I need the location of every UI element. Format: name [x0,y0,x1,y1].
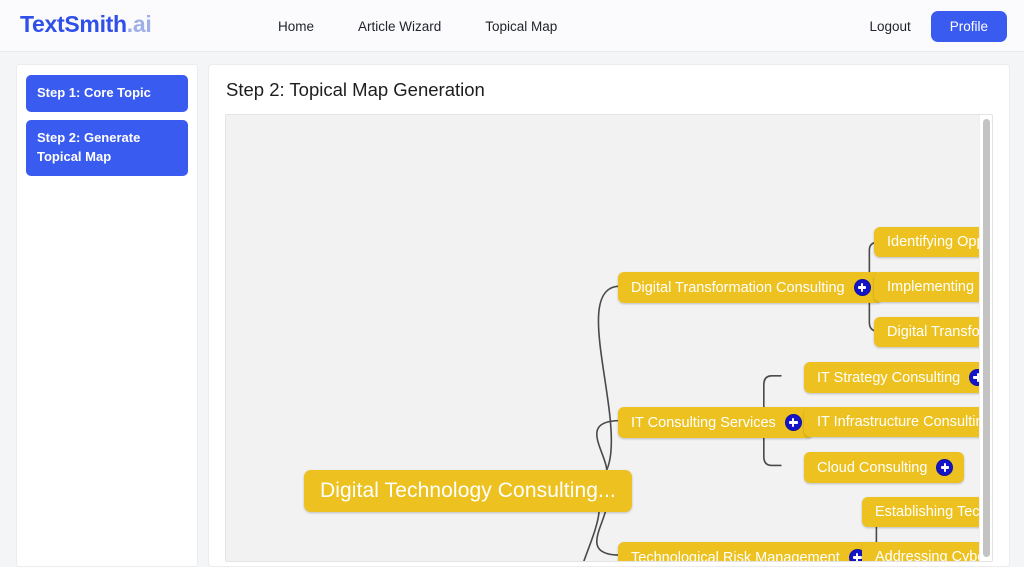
mindmap-viewport[interactable]: Digital Technology Consulting... Digital… [225,114,993,563]
mindmap-node-establishing-technology[interactable]: Establishing Techno [862,497,992,528]
page-title: Step 2: Topical Map Generation [226,79,485,100]
node-label: Establishing Techno [875,504,992,521]
mindmap-node-it-strategy-consulting[interactable]: IT Strategy Consulting [804,362,992,394]
nav-link-article-wizard[interactable]: Article Wizard [358,19,441,34]
nav-link-topical-map[interactable]: Topical Map [485,19,557,34]
mindmap-node-digital-transformation-consulting[interactable]: Digital Transformation Consulting [618,272,882,304]
expand-node-plus-icon[interactable] [784,414,802,432]
mindmap-node-addressing-cybersecurity[interactable]: Addressing Cybers [862,542,992,562]
nav-actions: Logout Profile [869,0,1007,52]
mindmap-node-it-infrastructure-consulting[interactable]: IT Infrastructure Consulting [804,407,992,438]
top-navbar: TextSmith.ai Home Article Wizard Topical… [0,0,1024,52]
mindmap-node-implementing-digital[interactable]: Implementing Dig [874,272,992,303]
node-label: IT Consulting Services [631,414,776,431]
profile-button[interactable]: Profile [930,10,1007,42]
node-label: Implementing Dig [887,279,992,296]
mindmap-node-digital-transformation[interactable]: Digital Transform [874,317,992,348]
nav-link-home[interactable]: Home [278,19,314,34]
brand-logo[interactable]: TextSmith.ai [20,11,152,38]
logout-link[interactable]: Logout [869,19,910,34]
mindmap-canvas[interactable]: Digital Technology Consulting... Digital… [226,115,992,562]
expand-node-plus-icon[interactable] [853,279,871,297]
mindmap-node-identifying-opportunities[interactable]: Identifying Oppor [874,227,992,258]
primary-nav: Home Article Wizard Topical Map [278,0,557,52]
node-label: Cloud Consulting [817,459,928,476]
page-body: Step 1: Core Topic Step 2: Generate Topi… [0,52,1024,567]
sidebar-item-step-2-generate-topical-map[interactable]: Step 2: Generate Topical Map [26,119,188,176]
mindmap-node-cloud-consulting[interactable]: Cloud Consulting [804,452,965,484]
node-label: Identifying Oppor [887,234,992,251]
mindmap-node-technological-risk-management[interactable]: Technological Risk Management [618,542,877,562]
mindmap-node-root[interactable]: Digital Technology Consulting... [304,470,632,513]
content-card: Step 2: Topical Map Generation Digital T… [208,64,1010,567]
connector-root-to-branch-1 [579,285,621,489]
mindmap-node-it-consulting-services[interactable]: IT Consulting Services [618,407,813,439]
expand-node-plus-icon[interactable] [936,459,954,477]
node-label: Digital Transformation Consulting [631,279,845,296]
node-label: Digital Technology Consulting... [320,479,616,503]
sidebar-item-step-1-core-topic[interactable]: Step 1: Core Topic [26,75,188,112]
node-label: IT Infrastructure Consulting [817,414,992,431]
mindmap-scrollbar-thumb[interactable] [983,119,990,558]
node-label: Technological Risk Management [631,549,840,562]
sidebar: Step 1: Core Topic Step 2: Generate Topi… [16,64,198,567]
node-label: Digital Transform [887,324,992,341]
node-label: Addressing Cybers [875,549,992,562]
mindmap-vertical-scrollbar[interactable] [979,115,992,562]
brand-suffix: .ai [126,11,152,37]
brand-name: TextSmith [20,11,127,37]
node-label: IT Strategy Consulting [817,369,961,386]
